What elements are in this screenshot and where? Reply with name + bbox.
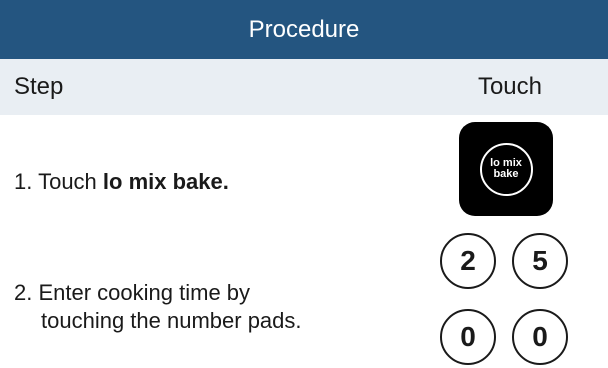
procedure-title: Procedure bbox=[248, 15, 360, 43]
step-1-instruction: 1. Touch lo mix bake. bbox=[14, 168, 229, 196]
lo-mix-bake-icon: lo mix bake bbox=[479, 142, 533, 196]
step-1-text: Touch bbox=[38, 169, 103, 194]
step-column-label: Step bbox=[14, 73, 64, 100]
step-1-key-name: lo mix bake. bbox=[102, 169, 229, 194]
lo-mix-bake-label-line-2: bake bbox=[493, 168, 519, 180]
number-pad-2[interactable]: 2 bbox=[440, 233, 496, 289]
step-2-line-1: 2. Enter cooking time by bbox=[14, 279, 302, 307]
number-pad-0-second[interactable]: 0 bbox=[512, 309, 568, 365]
step-1-number: 1. bbox=[14, 169, 33, 194]
procedure-header: Procedure bbox=[0, 0, 608, 59]
step-2-instruction: 2. Enter cooking time by touching the nu… bbox=[14, 279, 302, 335]
number-pad-5[interactable]: 5 bbox=[512, 233, 568, 289]
step-2-number: 2. bbox=[14, 280, 33, 305]
touch-column-label: Touch bbox=[477, 73, 542, 100]
step-2-text-line-2: touching the number pads. bbox=[41, 308, 302, 333]
lo-mix-bake-button[interactable]: lo mix bake bbox=[459, 122, 553, 216]
number-pad-0[interactable]: 0 bbox=[440, 309, 496, 365]
column-header-row: Step Touch bbox=[0, 59, 608, 115]
step-2-text-line-1: Enter cooking time by bbox=[38, 280, 251, 305]
